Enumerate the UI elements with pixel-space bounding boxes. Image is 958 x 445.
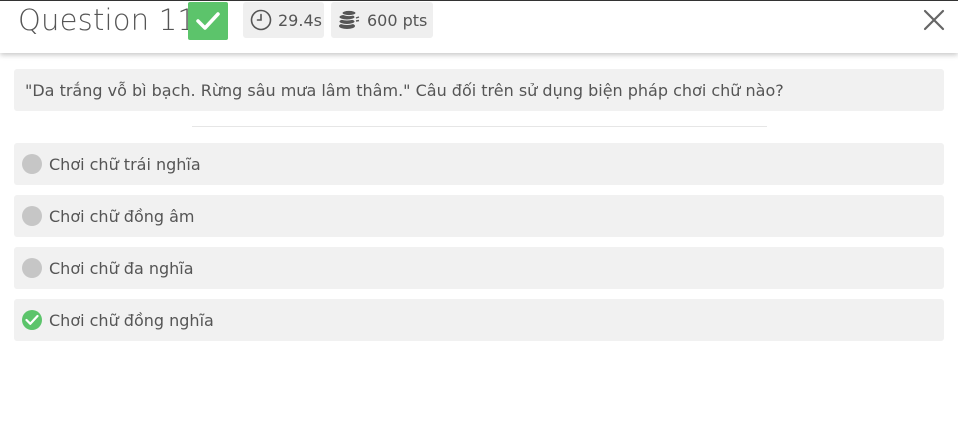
option-label: Chơi chữ đa nghĩa <box>49 258 194 278</box>
check-icon <box>196 12 220 30</box>
question-number-title: Question 11 <box>18 3 197 37</box>
option-label: Chơi chữ đồng âm <box>49 206 195 226</box>
points-value: 600 pts <box>367 10 428 30</box>
radio-unselected-icon <box>22 206 42 226</box>
quiz-header: Question 11 29.4s 600 pts <box>0 0 958 53</box>
points-pill: 600 pts <box>331 2 433 38</box>
answer-option[interactable]: Chơi chữ đa nghĩa <box>14 247 944 289</box>
option-label: Chơi chữ đồng nghĩa <box>49 310 214 330</box>
close-button[interactable] <box>922 8 946 32</box>
timer-pill: 29.4s <box>243 2 324 38</box>
close-icon <box>923 9 945 31</box>
answer-option[interactable]: Chơi chữ trái nghĩa <box>14 143 944 185</box>
clock-icon <box>250 9 272 31</box>
radio-unselected-icon <box>22 258 42 278</box>
answer-option-correct[interactable]: Chơi chữ đồng nghĩa <box>14 299 944 341</box>
check-circle-icon <box>22 310 42 330</box>
answer-option[interactable]: Chơi chữ đồng âm <box>14 195 944 237</box>
divider <box>192 126 767 127</box>
coins-icon <box>337 9 361 31</box>
timer-value: 29.4s <box>278 10 322 30</box>
radio-unselected-icon <box>22 154 42 174</box>
correct-badge <box>188 2 228 40</box>
option-label: Chơi chữ trái nghĩa <box>49 154 201 174</box>
question-text: "Da trắng vỗ bì bạch. Rừng sâu mưa lâm t… <box>14 69 944 111</box>
